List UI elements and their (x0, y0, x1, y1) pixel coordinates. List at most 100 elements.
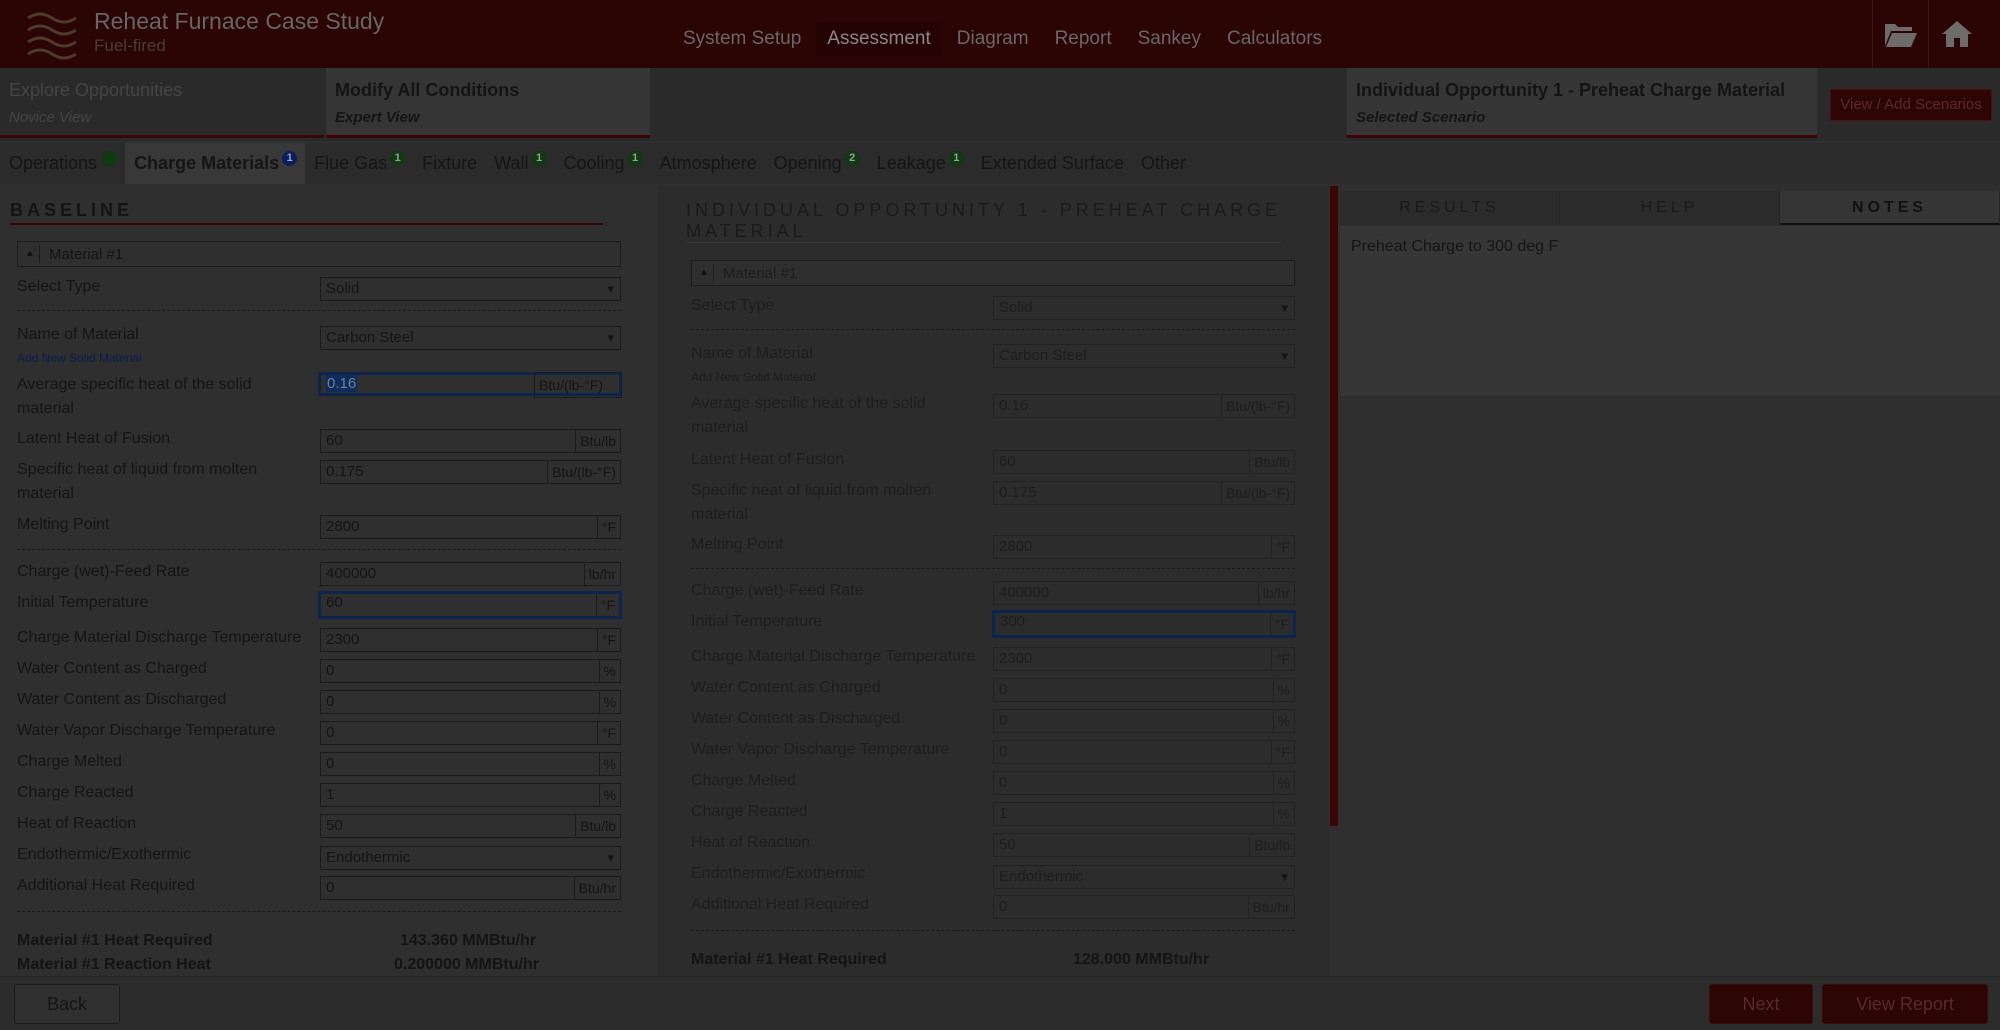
baseline-endo-exo-select[interactable]: Endothermic (320, 846, 621, 870)
tab-label: Opening (773, 153, 842, 173)
baseline-vapor-temp-input[interactable]: 0 °F (320, 721, 621, 745)
view-add-scenarios-button[interactable]: View / Add Scenarios (1830, 89, 1992, 121)
baseline-feed-rate-input[interactable]: 400000 lb/hr (320, 562, 621, 586)
nav-sankey[interactable]: Sankey (1127, 22, 1212, 56)
collapse-arrow-icon: ▲ (695, 264, 714, 282)
field-value: 2800 (326, 518, 360, 535)
mod-specific-heat-liquid-input[interactable]: 0.175 Btu/(lb-°F) (993, 481, 1295, 505)
mod-water-charged-input[interactable]: 0% (993, 678, 1295, 702)
tab-atmosphere[interactable]: Atmosphere (651, 143, 765, 184)
tab-results[interactable]: RESULTS (1340, 191, 1560, 225)
nav-assessment[interactable]: Assessment (816, 22, 942, 56)
baseline-title: BASELINE (10, 200, 134, 220)
tab-operations[interactable]: Operations (0, 143, 125, 184)
baseline-additional-heat-input[interactable]: 0 Btu/hr (320, 876, 621, 900)
modification-title: INDIVIDUAL OPPORTUNITY 1 - PREHEAT CHARG… (686, 200, 1282, 241)
panel-scrollbar[interactable] (1330, 186, 1338, 826)
back-button[interactable]: Back (14, 984, 120, 1024)
tab-charge-materials[interactable]: Charge Materials 1 (125, 143, 306, 184)
baseline-initial-temp-input[interactable]: 60 °F (318, 591, 622, 619)
material-header-label: Material #1 (723, 265, 798, 282)
nav-diagram[interactable]: Diagram (946, 22, 1040, 56)
initial-temp-label: Initial Temperature (691, 613, 823, 630)
baseline-melting-point-input[interactable]: 2800 °F (320, 515, 621, 539)
mod-additional-heat-input[interactable]: 0 Btu/hr (993, 895, 1295, 919)
baseline-charge-reacted-input[interactable]: 1% (320, 783, 621, 807)
unit: % (1272, 679, 1294, 701)
baseline-charge-melted-input[interactable]: 0% (320, 752, 621, 776)
tab-other[interactable]: Other (1132, 143, 1194, 184)
unit: Btu/lb (1249, 834, 1294, 856)
home-button[interactable] (1928, 0, 1985, 68)
nav-system-setup[interactable]: System Setup (672, 22, 812, 56)
mod-select-type[interactable]: Solid (993, 296, 1295, 320)
unit: % (1272, 803, 1294, 825)
nav-report[interactable]: Report (1044, 22, 1123, 56)
tab-extended-surface[interactable]: Extended Surface (972, 143, 1132, 184)
mod-water-discharged-input[interactable]: 0% (993, 709, 1295, 733)
add-new-solid-material-link[interactable]: Add New Solid Material (691, 370, 816, 384)
tab-cooling[interactable]: Cooling 1 (555, 143, 651, 184)
mod-charge-reacted-input[interactable]: 1% (993, 802, 1295, 826)
main-nav: System Setup Assessment Diagram Report S… (672, 22, 1337, 56)
field-value: 0 (326, 755, 335, 772)
endo-exo-label: Endothermic/Exothermic (17, 846, 192, 863)
unit: % (1272, 772, 1294, 794)
next-button[interactable]: Next (1709, 984, 1813, 1024)
tab-label: Fixture (422, 153, 478, 173)
baseline-avg-specific-heat-input[interactable]: 0.16 Btu/(lb-°F) (318, 372, 622, 398)
unit: °F (1270, 741, 1294, 763)
field-value: 0 (326, 693, 335, 710)
heat-of-reaction-label: Heat of Reaction (17, 815, 137, 832)
modify-all-conditions-tab[interactable]: Modify All Conditions Expert View (326, 68, 650, 138)
mod-melting-point-input[interactable]: 2800 °F (993, 535, 1295, 559)
tab-help[interactable]: HELP (1560, 191, 1780, 225)
field-value: 0 (999, 774, 1008, 791)
melting-point-label: Melting Point (17, 516, 110, 533)
mod-heat-of-reaction-input[interactable]: 50 Btu/lb (993, 833, 1295, 857)
unit: Btu/(lb-°F) (547, 461, 620, 483)
tab-wall[interactable]: Wall 1 (485, 143, 554, 184)
tab-notes[interactable]: NOTES (1780, 191, 2000, 225)
baseline-heat-of-reaction-input[interactable]: 50 Btu/lb (320, 814, 621, 838)
mod-discharge-temp-input[interactable]: 2300 °F (993, 647, 1295, 671)
tab-flue-gas[interactable]: Flue Gas 1 (305, 143, 413, 184)
mod-feed-rate-input[interactable]: 400000 lb/hr (993, 581, 1295, 605)
mod-avg-specific-heat-input[interactable]: 0.16 Btu/(lb-°F) (993, 394, 1295, 418)
material-collapse-header[interactable]: ▲ Material #1 (691, 260, 1295, 286)
material-collapse-header[interactable]: ▲ Material #1 (17, 241, 621, 267)
selected-scenario[interactable]: Individual Opportunity 1 - Preheat Charg… (1347, 68, 1817, 138)
unit: °F (596, 516, 620, 538)
baseline-specific-heat-liquid-input[interactable]: 0.175 Btu/(lb-°F) (320, 460, 621, 484)
open-folder-button[interactable] (1872, 0, 1929, 68)
side-panel: RESULTS HELP NOTES Preheat Charge to 300… (1340, 186, 2000, 976)
nav-calculators[interactable]: Calculators (1216, 22, 1333, 56)
mod-latent-heat-input[interactable]: 60 Btu/lb (993, 450, 1295, 474)
tab-fixture[interactable]: Fixture (413, 143, 485, 184)
vapor-discharge-temp-label: Water Vapor Discharge Temperature (17, 722, 276, 739)
tab-leakage[interactable]: Leakage 1 (868, 143, 972, 184)
mod-material-select[interactable]: Carbon Steel (993, 344, 1295, 368)
tab-opening[interactable]: Opening 2 (765, 143, 868, 184)
baseline-reaction-heat-value: 0.200000 MMBtu/hr (394, 956, 539, 973)
field-value: 2300 (999, 650, 1033, 667)
baseline-water-discharged-input[interactable]: 0% (320, 690, 621, 714)
mod-initial-temp-input[interactable]: 300 °F (992, 610, 1296, 638)
field-value: 60 (999, 453, 1016, 470)
baseline-discharge-temp-input[interactable]: 2300 °F (320, 628, 621, 652)
baseline-select-type[interactable]: Solid (320, 277, 621, 301)
selected-scenario-title: Individual Opportunity 1 - Preheat Charg… (1356, 80, 1786, 100)
baseline-latent-heat-input[interactable]: 60 Btu/lb (320, 429, 621, 453)
explore-opportunities-tab[interactable]: Explore Opportunities Novice View (0, 68, 324, 138)
field-value: 0.175 (999, 484, 1037, 501)
view-report-button[interactable]: View Report (1822, 984, 1988, 1024)
mod-vapor-temp-input[interactable]: 0 °F (993, 740, 1295, 764)
baseline-water-charged-input[interactable]: 0% (320, 659, 621, 683)
unit: °F (596, 629, 620, 651)
unit: Btu/(lb-°F) (1221, 395, 1294, 417)
mod-charge-melted-input[interactable]: 0% (993, 771, 1295, 795)
baseline-material-select[interactable]: Carbon Steel (320, 326, 621, 350)
mod-endo-exo-select[interactable]: Endothermic (993, 865, 1295, 889)
add-new-solid-material-link[interactable]: Add New Solid Material (17, 351, 142, 365)
notes-textarea[interactable]: Preheat Charge to 300 deg F (1340, 226, 2000, 397)
